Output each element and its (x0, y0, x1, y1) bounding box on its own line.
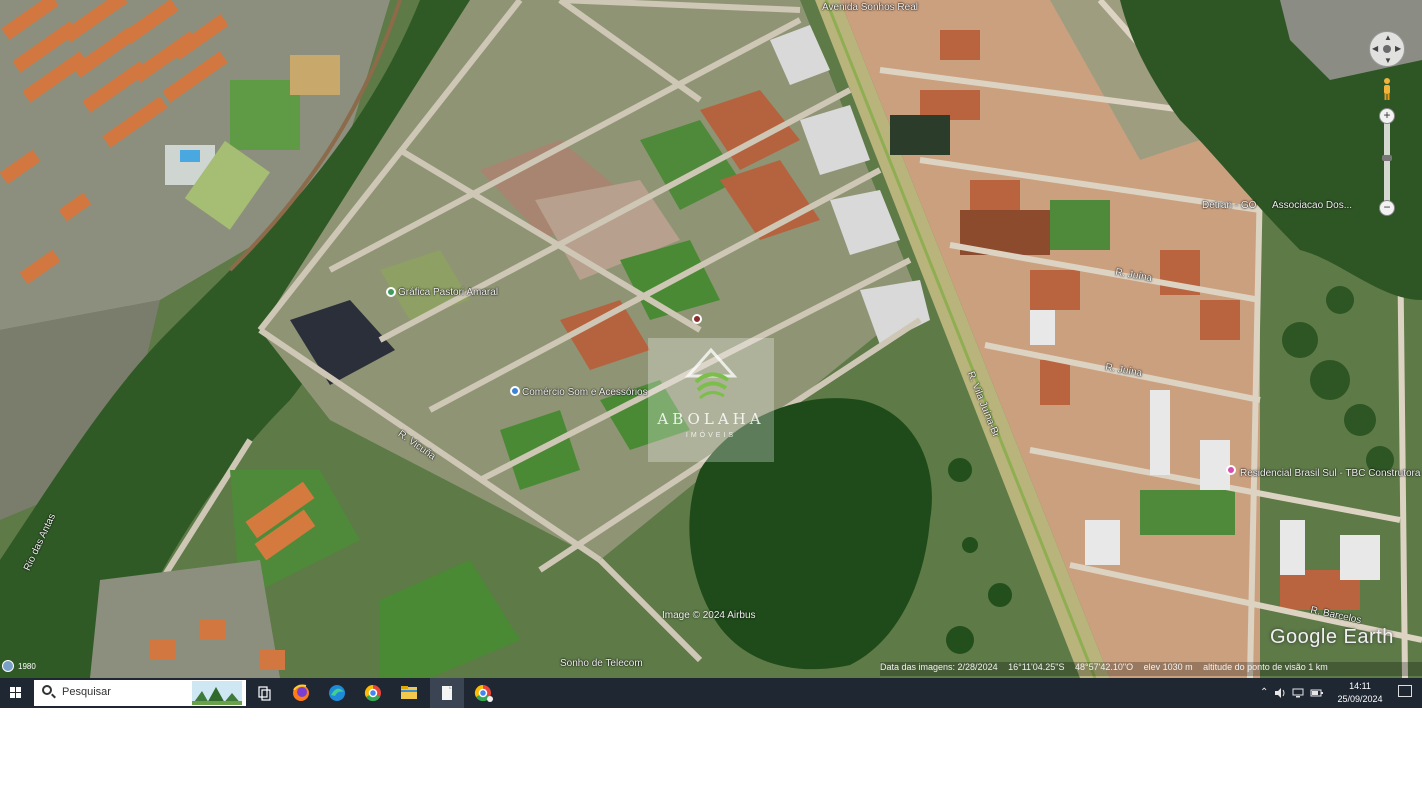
network-icon[interactable] (1292, 687, 1304, 699)
map-label-detran[interactable]: Detran - GO (1202, 200, 1256, 211)
watermark-logo: ABOLAHA IMÓVEIS (648, 338, 774, 462)
document-icon[interactable] (430, 678, 464, 708)
zoom-slider[interactable] (1384, 112, 1390, 212)
compass-navigation-control[interactable]: ▲ ▼ ◀ ▶ (1369, 31, 1405, 67)
windows-taskbar: Pesquisar ⌃ 14:11 25/09/2024 (0, 678, 1422, 708)
map-pin-comercio[interactable] (510, 386, 520, 396)
search-icon (42, 685, 52, 695)
status-imagery-date: Data das imagens: 2/28/2024 (880, 662, 998, 672)
status-longitude: 48°57'42.10"O (1075, 662, 1134, 672)
taskbar-clock-time[interactable]: 14:11 (1334, 681, 1386, 691)
watermark-word: ABOLAHA (657, 410, 765, 428)
watermark-sub: IMÓVEIS (685, 432, 737, 439)
map-label-associacao[interactable]: Associacao Dos... (1272, 200, 1352, 211)
zoom-slider-handle[interactable] (1382, 155, 1392, 161)
map-label-residencial[interactable]: Residencial Brasil Sul - TBC Construtora (1240, 468, 1420, 479)
file-explorer-icon[interactable] (392, 678, 426, 708)
map-pin-grafica[interactable] (386, 287, 396, 297)
chrome-profile-icon[interactable] (466, 678, 500, 708)
pegman-icon[interactable] (1381, 77, 1393, 101)
status-elevation: elev 1030 m (1143, 662, 1193, 672)
zoom-out-button[interactable]: − (1379, 200, 1395, 216)
scale-globe-icon (2, 660, 14, 672)
firefox-icon[interactable] (284, 678, 318, 708)
map-status-bar: Data das imagens: 2/28/2024 16°11'04.25"… (880, 662, 1422, 676)
task-view-icon[interactable] (248, 678, 282, 708)
system-tray: ⌃ 14:11 25/09/2024 (1252, 678, 1422, 708)
satellite-map-view[interactable]: Gráfica Pastori Amaral Comércio Som e Ac… (0, 0, 1422, 678)
taskbar-search-box[interactable]: Pesquisar (34, 680, 246, 706)
taskbar-clock-date[interactable]: 25/09/2024 (1330, 694, 1390, 704)
search-highlight-image (192, 681, 242, 705)
arrow-down-icon[interactable]: ▼ (1384, 57, 1392, 65)
arrow-left-icon[interactable]: ◀ (1372, 45, 1378, 53)
chevron-up-icon[interactable]: ⌃ (1260, 687, 1268, 698)
map-pin-center[interactable] (692, 314, 702, 324)
edge-icon[interactable] (320, 678, 354, 708)
map-label-grafica[interactable]: Gráfica Pastori Amaral (398, 287, 498, 298)
scale-text: 1980 (18, 662, 36, 671)
battery-icon[interactable] (1310, 687, 1324, 699)
status-latitude: 16°11'04.25"S (1008, 662, 1065, 672)
image-credit: Image © 2024 Airbus (662, 610, 756, 621)
map-pin-residencial[interactable] (1226, 465, 1236, 475)
zoom-in-button[interactable]: + (1379, 108, 1395, 124)
compass-center-icon[interactable] (1383, 45, 1391, 53)
windows-start-button[interactable] (0, 678, 32, 708)
search-placeholder: Pesquisar (62, 686, 111, 698)
map-label-comercio[interactable]: Comércio Som e Acessórios (522, 387, 648, 398)
arrow-up-icon[interactable]: ▲ (1384, 34, 1392, 42)
status-eye-altitude: altitude do ponto de visão 1 km (1203, 662, 1328, 672)
arrow-right-icon[interactable]: ▶ (1395, 45, 1401, 53)
speaker-icon[interactable] (1274, 687, 1286, 699)
map-label-telecom[interactable]: Sonho de Telecom (560, 658, 643, 669)
chrome-icon[interactable] (356, 678, 390, 708)
map-label-street-top: Avenida Sonhos Real (822, 2, 918, 13)
notification-center-icon[interactable] (1398, 685, 1412, 697)
google-earth-logo: Google Earth (1270, 626, 1394, 648)
watermark-house-icon (684, 347, 738, 400)
